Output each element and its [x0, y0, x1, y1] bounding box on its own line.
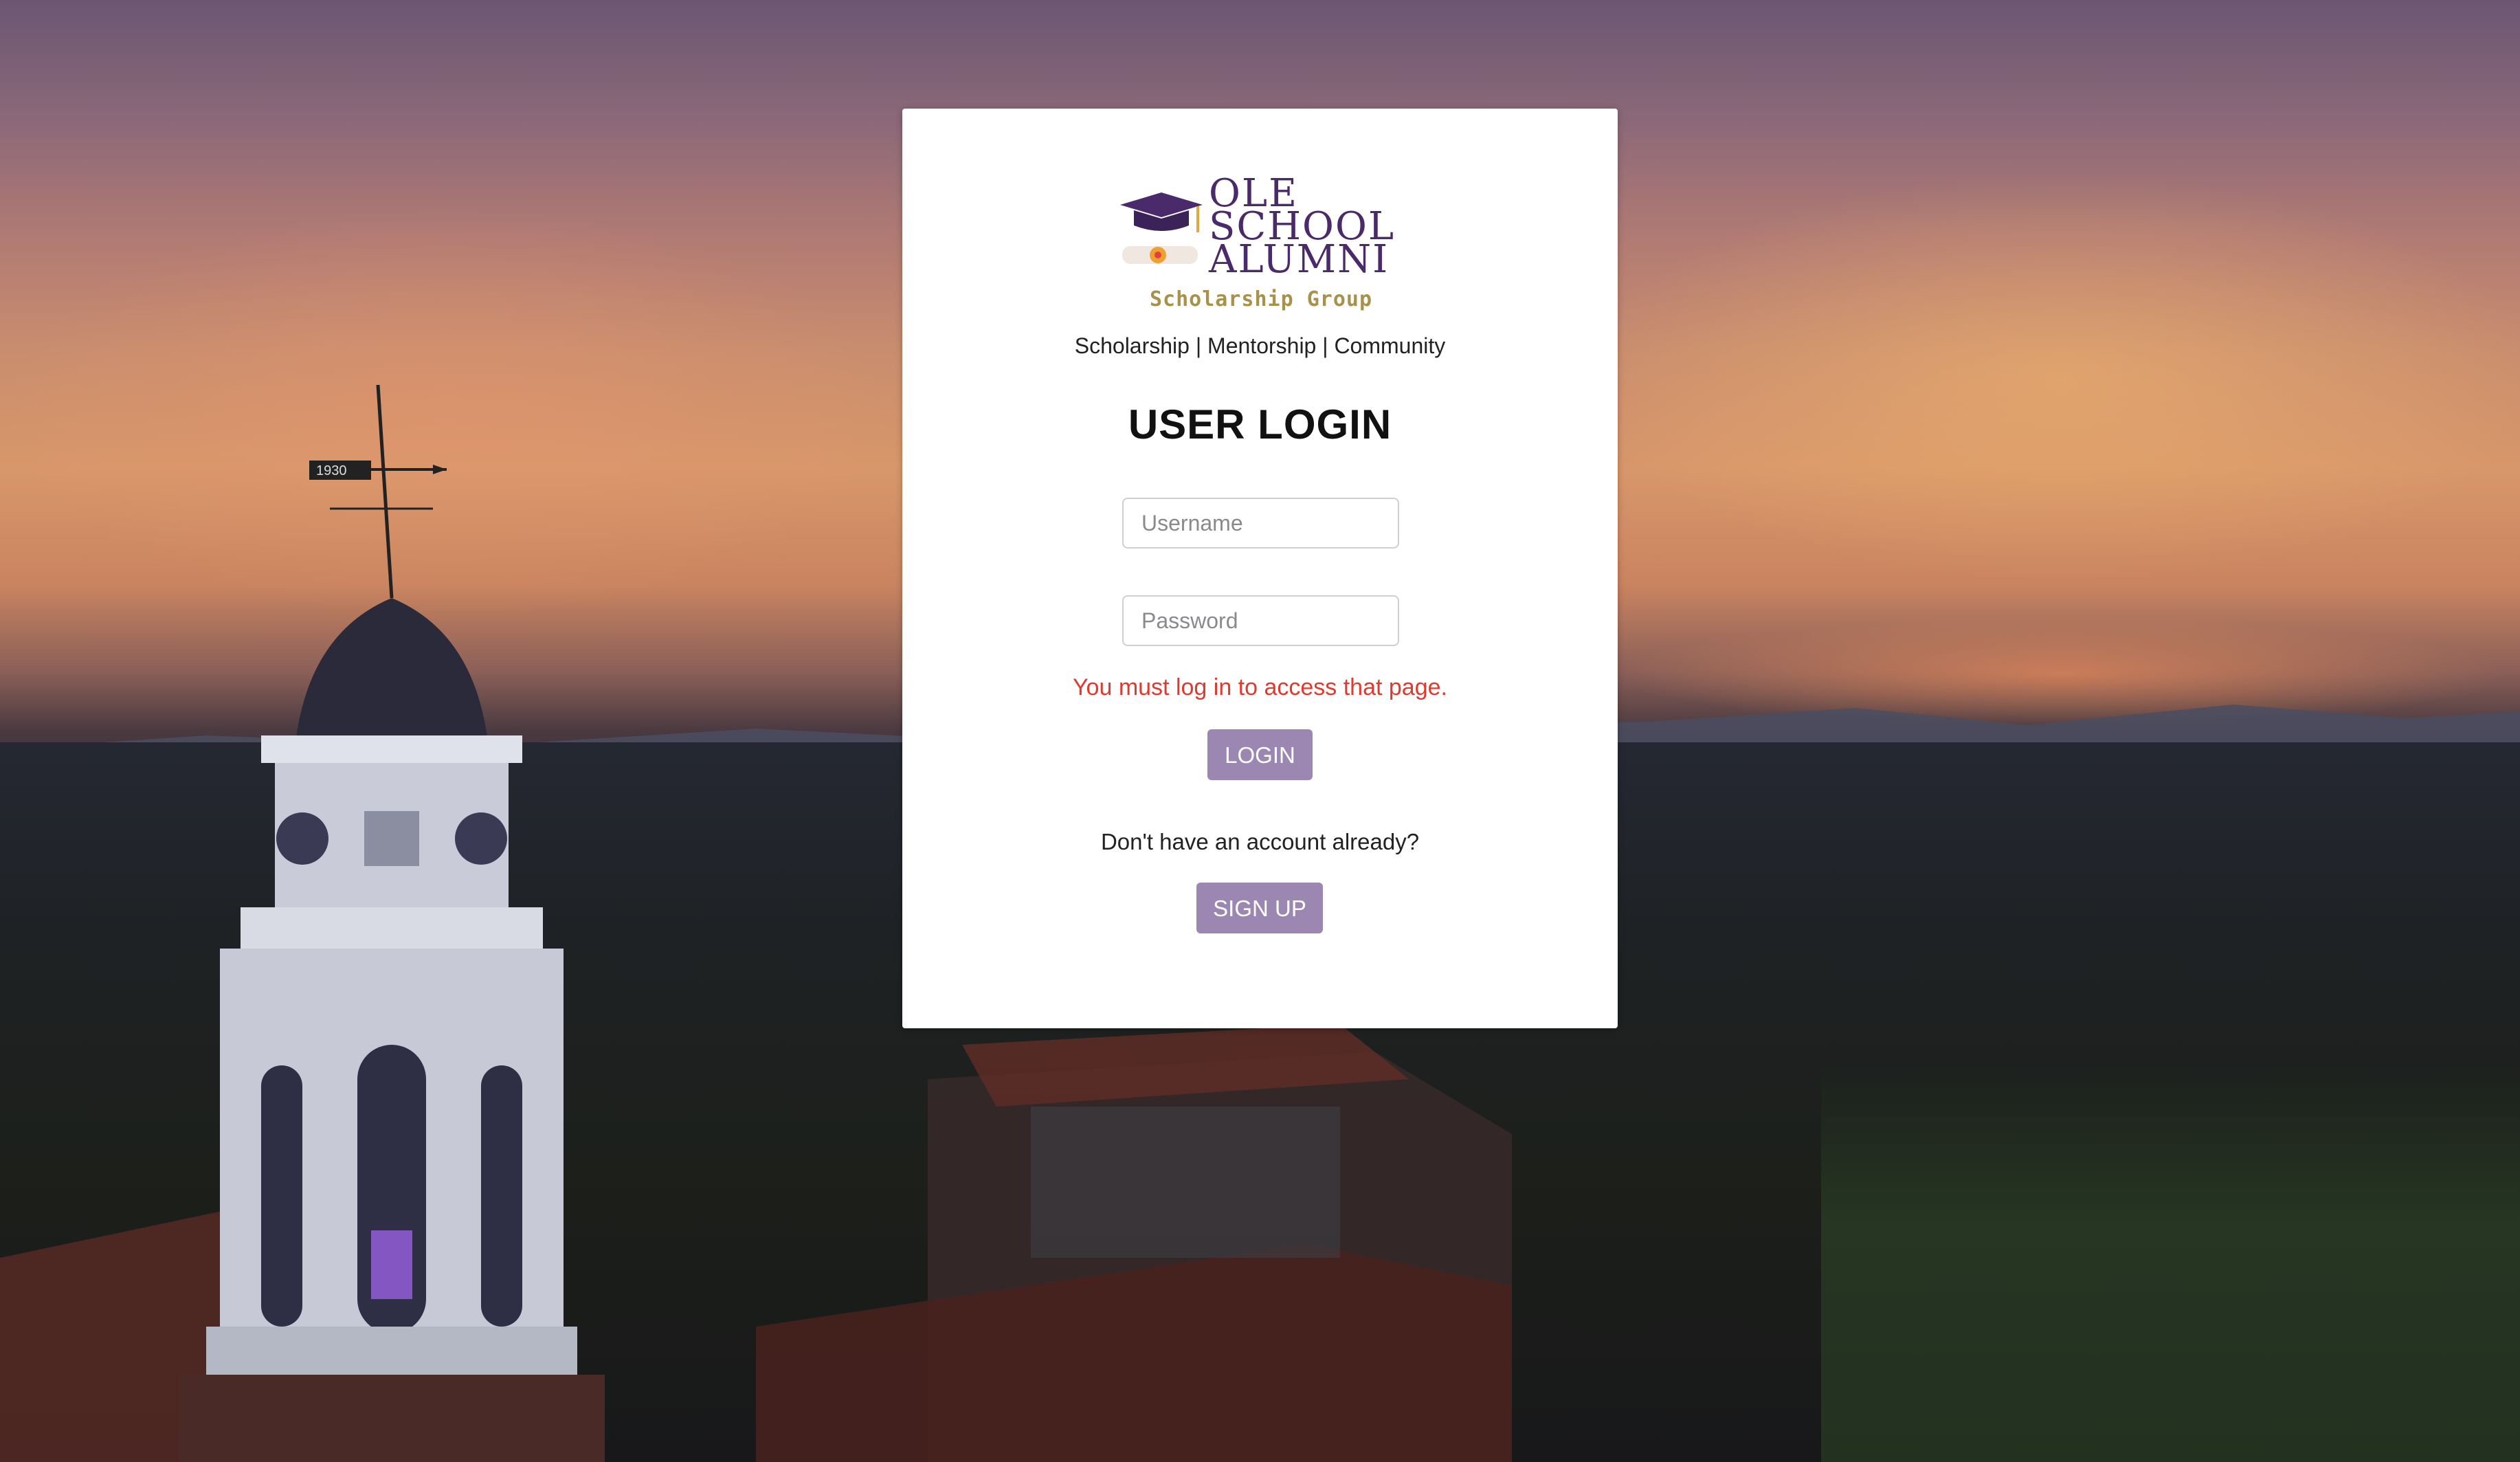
brand-logo: OLE SCHOOL ALUMNI Scholarship Group	[1117, 175, 1405, 322]
weathervane-label: 1930	[316, 463, 347, 478]
sky-glow-right	[1581, 172, 2520, 584]
page-title: USER LOGIN	[1128, 401, 1392, 447]
signup-button[interactable]: SIGN UP	[1196, 883, 1323, 933]
logo-wordmark: OLE SCHOOL ALUMNI	[1209, 175, 1395, 282]
graduation-cap-icon	[1120, 192, 1203, 264]
password-input[interactable]	[1122, 595, 1399, 646]
signup-prompt: Don't have an account already?	[1100, 829, 1420, 854]
login-card: OLE SCHOOL ALUMNI Scholarship Group Scho…	[902, 109, 1618, 1028]
tagline: Scholarship | Mentorship | Community	[1074, 333, 1446, 358]
clock-tower: 1930	[179, 384, 605, 1462]
campus-lawn	[1821, 1065, 2520, 1462]
login-page: 1930 OLE SCHOOL ALUMNI Scholarship Group…	[0, 0, 2520, 1462]
login-button[interactable]: LOGIN	[1207, 729, 1313, 780]
logo-line-3: ALUMNI	[1209, 237, 1390, 282]
error-message: You must log in to access that page.	[1073, 674, 1447, 700]
logo-subtitle: Scholarship Group	[1149, 287, 1373, 311]
username-input[interactable]	[1122, 498, 1399, 549]
